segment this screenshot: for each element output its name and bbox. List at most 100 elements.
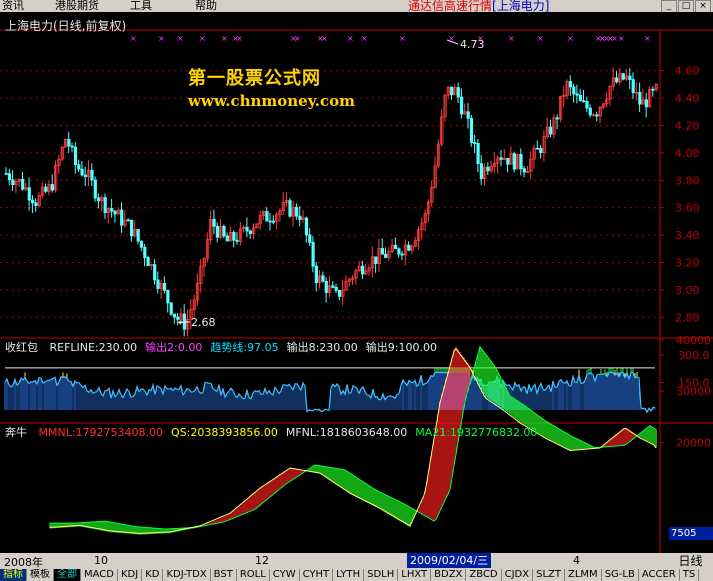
indicator1-header: 收红包 REFLINE:230.00 输出2:0.00 趋势线:97.05 输出8:2… <box>5 339 453 355</box>
candle-body <box>136 229 140 242</box>
tab-bst[interactable]: BST <box>211 569 237 581</box>
tab-zlmm[interactable]: ZLMM <box>565 569 602 581</box>
tab-accer[interactable]: ACCER <box>639 569 680 581</box>
signal-marker-icon: × <box>130 34 137 43</box>
tab-kdj[interactable]: KDJ <box>118 569 143 581</box>
y-tick-label: 4.20 <box>675 120 700 133</box>
candle-body <box>308 234 312 243</box>
candle-body <box>621 73 625 80</box>
selected-date: 2009/02/04/三 <box>407 553 492 568</box>
tab-sdlh[interactable]: SDLH <box>364 569 399 581</box>
candle-body <box>11 179 15 185</box>
candle-body <box>499 157 503 160</box>
period-selector[interactable]: 日线 <box>668 553 713 569</box>
tab-模板[interactable]: 模板 <box>27 569 54 581</box>
tab-roll[interactable]: ROLL <box>237 569 270 581</box>
menu-bar: 资讯 港股期货 工具 帮助 通达信高速行情[上海电力] _ □ × <box>0 0 713 12</box>
tab-lhxt[interactable]: LHXT <box>398 569 432 581</box>
tab-slzt[interactable]: SLZT <box>533 569 565 581</box>
candle-body <box>588 107 592 116</box>
candle-body <box>113 210 117 215</box>
tab-kdj-tdx[interactable]: KDJ-TDX <box>163 569 211 581</box>
candle-body <box>476 142 480 164</box>
tab-cyw[interactable]: CYW <box>270 569 300 581</box>
signal-marker-icon: × <box>294 34 301 43</box>
indicator1-name[interactable]: 收红包 <box>5 341 38 354</box>
signal-marker-icon: × <box>567 34 574 43</box>
y-tick-label: 2.80 <box>675 311 700 324</box>
indicator2-name[interactable]: 奔牛 <box>5 426 27 439</box>
candle-body <box>304 217 309 236</box>
value-box: 7505 <box>669 527 713 540</box>
ind1-value: 输出2:0.00 <box>145 341 203 354</box>
tab-bdzx[interactable]: BDZX <box>431 569 467 581</box>
tab-cjdx[interactable]: CJDX <box>502 569 534 581</box>
candle-body <box>572 86 576 95</box>
candle-body <box>549 126 553 135</box>
tab-zbcd[interactable]: ZBCD <box>466 569 502 581</box>
y-tick-label: 4.00 <box>675 147 700 160</box>
candle-body <box>4 173 8 175</box>
ind2-value: QS:2038393856.00 <box>171 426 278 439</box>
candle-body <box>153 264 157 281</box>
ind2-value: MA21:1932776832.00 <box>415 426 538 439</box>
tab-macd[interactable]: MACD <box>81 569 118 581</box>
signal-marker-icon: × <box>347 34 354 43</box>
tab-lyth[interactable]: LYTH <box>333 569 365 581</box>
date-label: 2008年 <box>4 556 43 569</box>
menu-item-help[interactable]: 帮助 <box>195 0 217 12</box>
main-panel-title: 上海电力(日线,前复权) <box>5 19 127 33</box>
candle-body <box>268 220 272 223</box>
chart-area[interactable]: 4.60 4.40 4.20 4.00 3.80 3.60 3.40 3.20 3.00 2.80… <box>0 12 713 553</box>
window-title: 通达信高速行情[上海电力] <box>408 0 550 12</box>
tab-sg-lb[interactable]: SG-LB <box>602 569 639 581</box>
candle-body <box>30 199 35 204</box>
signal-marker-icon: × <box>321 34 328 43</box>
tab-kd[interactable]: KD <box>142 569 164 581</box>
signal-marker-icon: × <box>236 34 243 43</box>
candle-body <box>97 197 101 202</box>
restore-icon[interactable]: □ <box>678 0 694 12</box>
y-tick-label: 4.60 <box>675 65 700 78</box>
candle-body <box>459 96 464 115</box>
candle-body <box>486 166 490 172</box>
indicator2-header: 奔牛 MMNL:1792753408.00 QS:2038393856.00 MFN… <box>5 424 553 440</box>
date-axis[interactable]: 2008年 10 12 2009/02/04/三 4 <box>0 553 668 569</box>
candle-body <box>380 248 385 255</box>
tab-指标[interactable]: 指标 <box>0 569 27 581</box>
y-tick-label: 40000 <box>676 334 711 347</box>
menu-item-tools[interactable]: 工具 <box>130 0 152 12</box>
candle-body <box>397 248 401 255</box>
candle-body <box>393 244 398 250</box>
low-arrow-icon: ← <box>178 316 187 329</box>
candle-body <box>139 240 144 248</box>
candle-body <box>575 93 579 96</box>
menu-item-futures[interactable]: 港股期货 <box>55 0 99 12</box>
candle-body <box>400 253 404 256</box>
tab-ts[interactable]: TS <box>680 569 700 581</box>
candle-body <box>248 230 252 234</box>
menu-item-news[interactable]: 资讯 <box>2 0 24 12</box>
candle-body <box>615 77 619 83</box>
candle-body <box>628 75 632 80</box>
date-label: 12 <box>255 554 269 567</box>
candle-body <box>271 220 276 223</box>
candle-body <box>44 186 48 192</box>
candle-body <box>568 81 573 88</box>
close-icon[interactable]: × <box>695 0 711 12</box>
signal-marker-icon: × <box>611 34 618 43</box>
candle-body <box>555 117 559 120</box>
signal-marker-icon: × <box>618 34 625 43</box>
tab-全部[interactable]: 全部 <box>54 569 81 581</box>
candle-body <box>90 169 94 181</box>
candle-body <box>212 218 216 227</box>
minimize-icon[interactable]: _ <box>661 0 677 12</box>
tab-cyht[interactable]: CYHT <box>300 569 334 581</box>
candle-body <box>512 153 517 170</box>
low-price-label: 2.68 <box>191 316 216 329</box>
candle-body <box>519 154 523 170</box>
candle-body <box>166 290 170 304</box>
indicator-tab-bar: 指标 模板 全部 MACD KDJ KD KDJ-TDX BST ROLL CYW CYHT LYTH… <box>0 569 713 581</box>
candle-body <box>83 174 87 178</box>
candle-body <box>70 145 74 148</box>
